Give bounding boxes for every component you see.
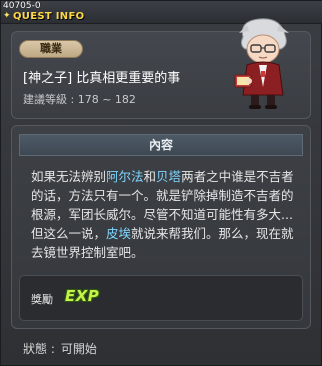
status-row: 狀態 : 可開始 xyxy=(23,340,103,357)
job-badge: 職業 xyxy=(19,40,83,58)
npc-portrait xyxy=(234,18,289,109)
quest-description: 如果无法辨别阿尔法和贝塔两者之中谁是不吉者的话，方法只有一个。就是铲除掉制造不吉… xyxy=(31,167,301,262)
exp-icon: EXP xyxy=(65,287,100,305)
status-value: 可開始 xyxy=(60,342,97,356)
status-label: 狀態 : xyxy=(23,342,55,356)
reward-box xyxy=(19,275,303,321)
reward-label: 獎勵 xyxy=(31,293,53,306)
quest-name: [神之子] 比真相更重要的事 xyxy=(23,71,181,86)
quest-info-window: 40705-0 ✦ QUEST INFO 職業 [神之子] 比真相更重要的事 建… xyxy=(0,0,322,366)
window-title: QUEST INFO xyxy=(13,11,85,22)
npc-name-beta: 贝塔 xyxy=(156,169,182,184)
sparkle-icon: ✦ xyxy=(3,11,11,21)
required-level: 建議等級 : 178 ~ 182 xyxy=(23,93,136,106)
description-text-1: 如果无法辨别 xyxy=(31,169,107,184)
npc-name-pie: 皮埃 xyxy=(106,226,132,241)
window-id: 40705-0 xyxy=(3,1,41,11)
description-text-2: 和 xyxy=(143,169,157,184)
npc-name-alpha: 阿尔法 xyxy=(106,169,144,184)
content-section-header: 內容 xyxy=(19,134,303,156)
